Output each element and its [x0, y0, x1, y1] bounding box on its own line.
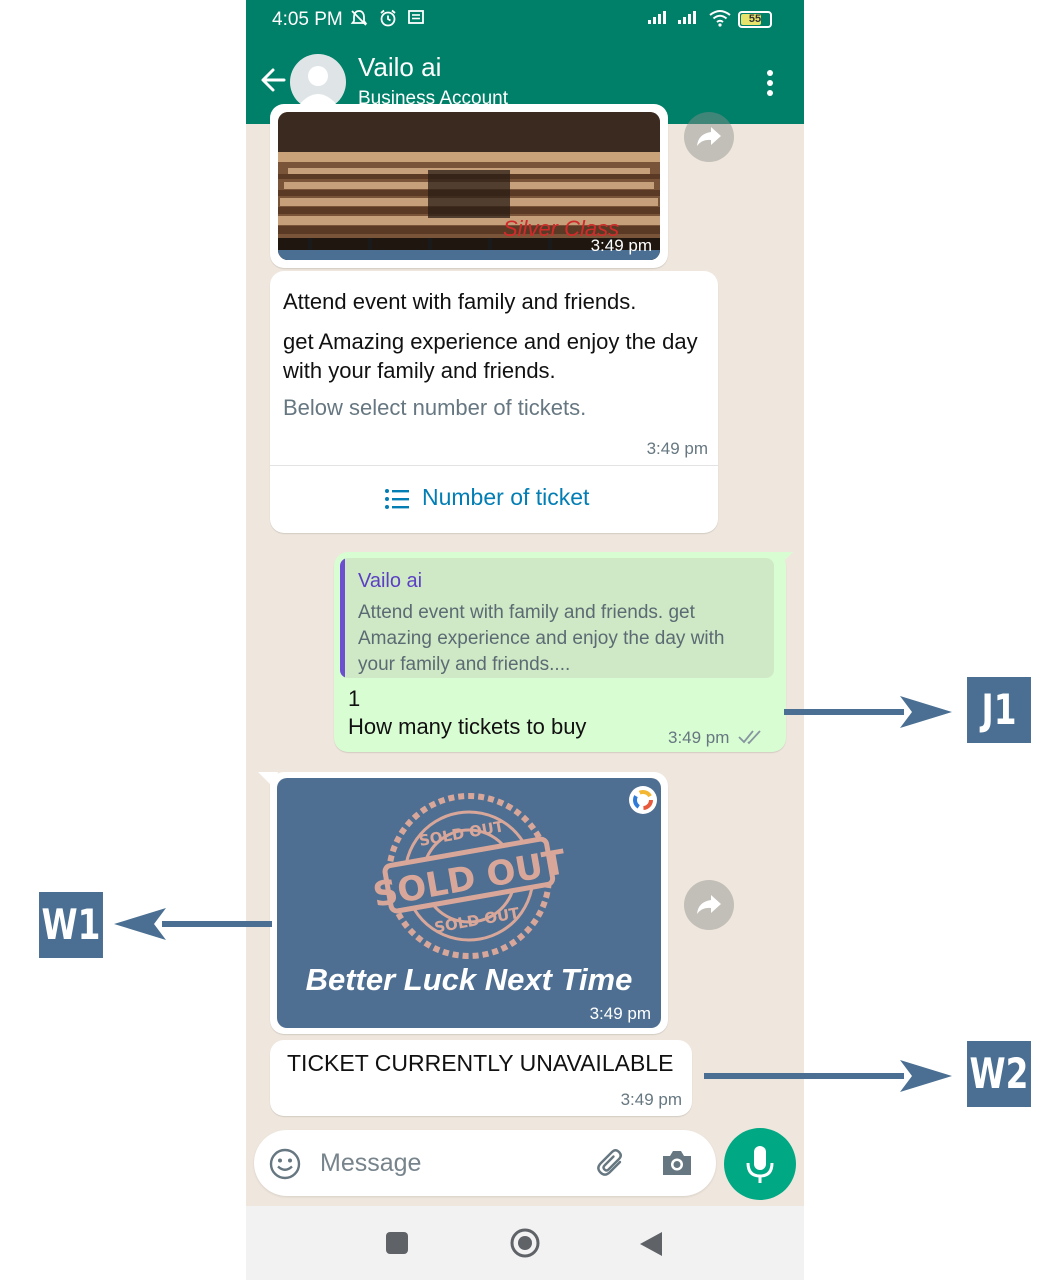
quoted-message[interactable]: Vailo ai Attend event with family and fr…: [340, 558, 774, 678]
wifi-icon: [709, 10, 731, 27]
battery-icon: 55: [738, 11, 772, 28]
attach-icon[interactable]: [594, 1146, 628, 1180]
forward-button[interactable]: [684, 112, 734, 162]
event-title: Attend event with family and friends.: [283, 289, 637, 314]
annotation-label-j1: J1: [967, 677, 1031, 743]
microphone-icon: [746, 1146, 774, 1183]
quoted-text: Attend event with family and friends. ge…: [358, 602, 725, 675]
unavailable-text: TICKET CURRENTLY UNAVAILABLE: [287, 1050, 674, 1076]
event-message[interactable]: Attend event with family and friends. ge…: [270, 271, 718, 533]
forward-icon: [697, 895, 721, 914]
notifications-muted-icon: [350, 10, 368, 26]
home-icon[interactable]: [509, 1227, 541, 1259]
message-time: 3:49 pm: [590, 236, 652, 255]
list-icon: [385, 489, 409, 509]
annotation-label-w1: W1: [39, 892, 103, 958]
system-navigation-bar: [246, 1206, 804, 1280]
sold-out-stamp-bottom: SOLD OUT: [433, 904, 522, 937]
back-icon[interactable]: [638, 1230, 664, 1258]
battery-level: 55: [748, 13, 762, 25]
alarm-icon: [380, 9, 396, 27]
camera-icon[interactable]: [660, 1148, 694, 1178]
number-of-ticket-button[interactable]: Number of ticket: [270, 466, 718, 533]
message-time: 3:49 pm: [646, 439, 708, 458]
recent-apps-icon[interactable]: [385, 1231, 409, 1255]
sold-out-image[interactable]: SOLD OUT SOLD OUT SOLD OUT Better Luck N…: [277, 778, 661, 1028]
contact-name[interactable]: Vailo ai: [358, 52, 441, 83]
annotation-arrow-w1: [114, 908, 272, 940]
message-notification-icon: [408, 10, 424, 24]
reply-text: How many tickets to buy: [348, 714, 587, 739]
event-body: get Amazing experience and enjoy the day…: [283, 329, 698, 383]
double-tick-icon: [738, 730, 761, 745]
status-bar: 4:05 PM 55: [246, 0, 804, 40]
annotation-arrow-j1: [784, 696, 952, 728]
message-time: 3:49 pm: [668, 728, 730, 747]
annotation-arrow-w2: [704, 1060, 952, 1092]
image-message-auditorium[interactable]: Silver Class 3:49 pm: [270, 104, 668, 268]
signal-icon-2: [678, 11, 696, 24]
event-footer: Below select number of tickets.: [283, 395, 587, 420]
default-avatar-icon: [298, 66, 338, 106]
reply-message[interactable]: Vailo ai Attend event with family and fr…: [334, 552, 786, 752]
forward-icon: [697, 127, 721, 146]
signal-icon: [648, 11, 666, 24]
reply-number: 1: [348, 686, 361, 711]
forward-button[interactable]: [684, 880, 734, 930]
quoted-sender: Vailo ai: [358, 570, 423, 592]
sold-out-image-message[interactable]: SOLD OUT SOLD OUT SOLD OUT Better Luck N…: [270, 772, 668, 1034]
sold-out-stamp: SOLD OUT SOLD OUT SOLD OUT: [370, 793, 570, 959]
message-input[interactable]: [320, 1148, 560, 1178]
sold-out-caption: Better Luck Next Time: [305, 962, 633, 997]
brand-logo-icon: [629, 786, 657, 814]
message-time: 3:49 pm: [589, 1004, 651, 1023]
voice-message-button[interactable]: [724, 1128, 796, 1200]
avatar[interactable]: [290, 54, 346, 110]
back-arrow-icon[interactable]: [256, 60, 292, 100]
message-composer: [254, 1130, 716, 1196]
number-of-ticket-label: Number of ticket: [422, 484, 590, 510]
emoji-icon[interactable]: [268, 1147, 302, 1181]
more-options-icon[interactable]: [756, 66, 784, 100]
quote-bar: [340, 558, 345, 678]
message-time: 3:49 pm: [620, 1090, 682, 1109]
unavailable-message[interactable]: TICKET CURRENTLY UNAVAILABLE 3:49 pm: [270, 1040, 692, 1116]
annotation-label-w2: W2: [967, 1041, 1031, 1107]
chat-area[interactable]: Silver Class 3:49 pm Attend event with f…: [246, 104, 804, 1206]
status-time: 4:05 PM: [272, 9, 343, 30]
